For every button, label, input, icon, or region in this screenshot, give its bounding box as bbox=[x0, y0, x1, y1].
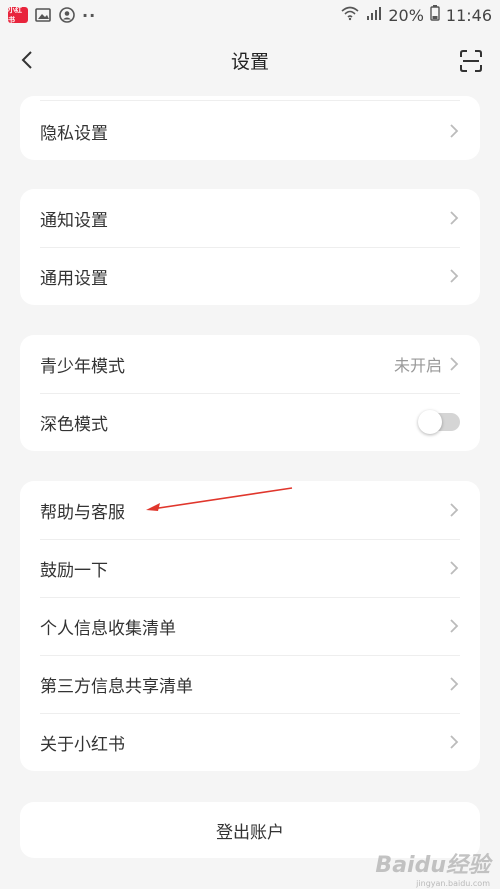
chevron-right-icon bbox=[448, 618, 460, 634]
third-party-sharing-row[interactable]: 第三方信息共享清单 bbox=[20, 655, 480, 713]
general-settings-row[interactable]: 通用设置 bbox=[20, 247, 480, 305]
chevron-right-icon bbox=[448, 560, 460, 576]
more-notifications-icon: ·· bbox=[82, 5, 97, 25]
row-label: 通知设置 bbox=[40, 210, 108, 231]
chevron-right-icon bbox=[448, 502, 460, 518]
row-label: 通用设置 bbox=[40, 268, 108, 289]
encourage-row[interactable]: 鼓励一下 bbox=[20, 539, 480, 597]
clock: 11:46 bbox=[445, 5, 492, 25]
watermark-text: Baidu经验 bbox=[375, 853, 490, 878]
battery-percent: 20% bbox=[388, 5, 424, 25]
account-icon bbox=[58, 7, 76, 23]
personal-info-list-row[interactable]: 个人信息收集清单 bbox=[20, 597, 480, 655]
support-card: 帮助与客服 鼓励一下 个人信息收集清单 第三方信息共享清单 关于小红书 bbox=[20, 481, 480, 771]
row-label: 隐私设置 bbox=[40, 123, 108, 144]
about-row[interactable]: 关于小红书 bbox=[20, 713, 480, 771]
scan-icon[interactable] bbox=[458, 48, 484, 74]
watermark-subtext: jingyan.baidu.com bbox=[416, 879, 490, 888]
youth-mode-status: 未开启 bbox=[393, 356, 442, 375]
app-notification-icon: 小红书 bbox=[8, 6, 28, 24]
chevron-right-icon bbox=[448, 676, 460, 692]
toggle-knob bbox=[418, 410, 442, 434]
logout-label: 登出账户 bbox=[216, 822, 284, 843]
page-title: 设置 bbox=[230, 50, 269, 73]
wifi-icon bbox=[340, 5, 360, 25]
chevron-right-icon bbox=[448, 123, 460, 139]
privacy-card: 隐私设置 bbox=[20, 96, 480, 160]
help-support-row[interactable]: 帮助与客服 bbox=[20, 481, 480, 539]
youth-mode-row[interactable]: 青少年模式 未开启 bbox=[20, 335, 480, 393]
row-label: 个人信息收集清单 bbox=[40, 618, 176, 639]
general-settings-card: 通知设置 通用设置 bbox=[20, 189, 480, 305]
nav-bar: 设置 bbox=[0, 30, 500, 90]
chevron-right-icon bbox=[448, 268, 460, 284]
battery-icon bbox=[430, 5, 440, 25]
modes-card: 青少年模式 未开启 深色模式 bbox=[20, 335, 480, 451]
row-label: 鼓励一下 bbox=[40, 560, 108, 581]
row-label: 第三方信息共享清单 bbox=[40, 676, 193, 697]
chevron-right-icon bbox=[448, 356, 460, 372]
dark-mode-row: 深色模式 bbox=[20, 393, 480, 451]
status-bar: 小红书 ·· 20% 11:46 bbox=[0, 0, 500, 30]
signal-icon bbox=[366, 6, 382, 24]
privacy-settings-row[interactable]: 隐私设置 bbox=[20, 96, 480, 160]
row-label: 青少年模式 bbox=[40, 356, 125, 377]
back-icon[interactable] bbox=[16, 48, 40, 72]
row-label: 深色模式 bbox=[40, 414, 108, 435]
image-icon bbox=[34, 7, 52, 23]
notification-settings-row[interactable]: 通知设置 bbox=[20, 189, 480, 247]
chevron-right-icon bbox=[448, 210, 460, 226]
dark-mode-toggle[interactable] bbox=[418, 410, 460, 434]
row-label: 关于小红书 bbox=[40, 734, 125, 755]
row-label: 帮助与客服 bbox=[40, 502, 125, 523]
divider bbox=[40, 100, 460, 101]
chevron-right-icon bbox=[448, 734, 460, 750]
watermark: Baidu经验 jingyan.baidu.com bbox=[370, 847, 490, 888]
